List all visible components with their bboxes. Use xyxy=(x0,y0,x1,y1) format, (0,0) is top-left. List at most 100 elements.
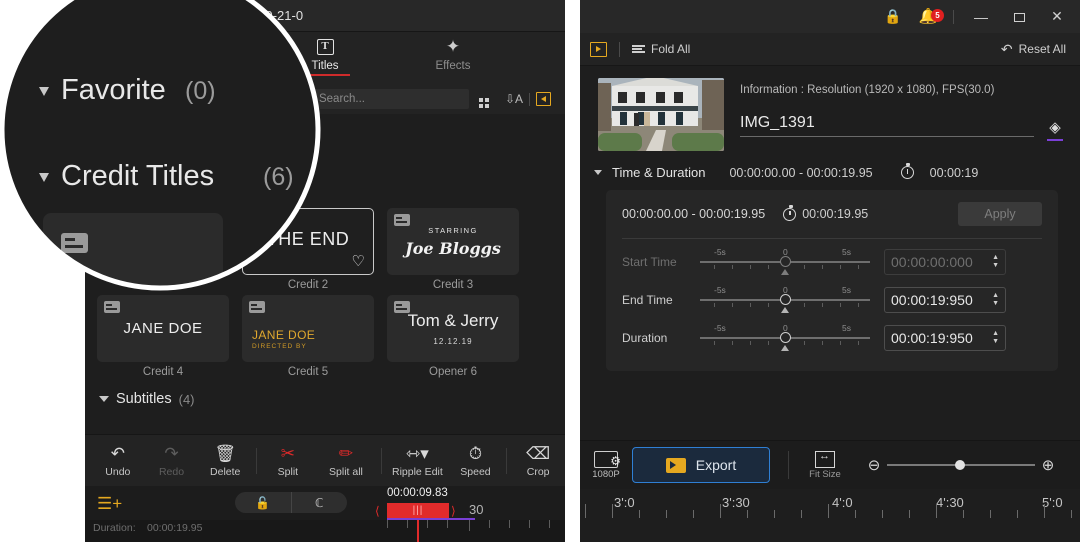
template-date-text: 12.12.19 xyxy=(433,337,473,346)
time-duration-header[interactable]: Time & Duration 00:00:00.00 - 00:00:19.9… xyxy=(580,163,1080,180)
magnified-favorite-count: (0) xyxy=(185,77,216,105)
fit-size-button[interactable]: Fit Size xyxy=(789,450,861,480)
tab-effects-label: Effects xyxy=(435,60,471,72)
template-thumb[interactable]: JANE DOE DIRECTED BY xyxy=(242,295,374,362)
stepper-icon[interactable]: ▲ ▼ xyxy=(992,292,999,307)
undo-arrow-icon: ↶ xyxy=(110,443,125,463)
template-card-credit-4[interactable]: JANE DOE Credit 4 xyxy=(97,295,229,378)
chevron-down-icon xyxy=(99,396,109,402)
end-time-slider[interactable]: -5s 0 5s xyxy=(700,285,870,315)
box-range: 00:00:00.00 - 00:00:19.95 xyxy=(622,207,766,221)
video-thumbnail[interactable] xyxy=(598,78,724,151)
notification-bell-icon[interactable]: 🔔 5 xyxy=(911,7,945,26)
duration-value: 00:00:19.95 xyxy=(147,522,203,534)
slider-row-end-time: End Time -5s 0 5s 00:00:19:950 ▲ ▼ xyxy=(622,281,1042,319)
timeline-clip[interactable]: ||| xyxy=(387,503,449,518)
color-underline xyxy=(1047,138,1063,141)
slider-knob[interactable] xyxy=(780,332,791,343)
paint-bucket-icon[interactable]: ◈ xyxy=(1044,118,1066,141)
delete-button[interactable]: 🗑 Delete xyxy=(198,444,252,478)
screenshot-root: VideoProc ∨ 202109-21-0 Transitions T Ti… xyxy=(0,0,1080,542)
duration-text: 00:00:19:950 xyxy=(891,330,973,346)
ripple-edit-button[interactable]: ⇿▾ Ripple Edit xyxy=(386,444,448,478)
speed-label: Speed xyxy=(460,465,491,478)
playhead[interactable] xyxy=(417,520,419,542)
template-card-opener-6[interactable]: Tom & Jerry 12.12.19 Opener 6 xyxy=(387,295,519,378)
apply-button[interactable]: Apply xyxy=(958,202,1042,226)
template-top-text: STARRING xyxy=(428,225,478,235)
stopwatch-icon xyxy=(900,163,914,179)
split-all-icon: ✏ xyxy=(338,443,354,463)
crop-icon: ⌫ xyxy=(526,443,551,463)
duration-slider[interactable]: -5s 0 5s xyxy=(700,323,870,353)
group-header-subtitles[interactable]: Subtitles (4) xyxy=(85,382,565,416)
end-time-value[interactable]: 00:00:19:950 ▲ ▼ xyxy=(884,287,1006,313)
export-button[interactable]: Export xyxy=(632,447,770,483)
slider-row-duration: Duration -5s 0 5s 00:00:19:950 ▲ ▼ xyxy=(622,319,1042,357)
fit-size-icon xyxy=(815,450,835,468)
slider-knob[interactable] xyxy=(780,256,791,267)
template-script-text: Joe Bloggs xyxy=(405,238,501,258)
lock-icon[interactable]: 🔒 xyxy=(875,8,911,25)
speedometer-icon: ⏱ xyxy=(468,443,483,463)
trim-left-handle[interactable]: ⟨ xyxy=(375,504,380,518)
grid-view-icon[interactable] xyxy=(469,91,499,108)
trim-right-handle[interactable]: ⟩ xyxy=(451,504,456,518)
favorite-heart-icon[interactable]: ♡ xyxy=(352,252,365,270)
template-main-text: Tom & Jerry xyxy=(407,311,499,330)
zoom-out-button[interactable]: ⊖ xyxy=(861,456,887,474)
crop-button[interactable]: ⌫ Crop xyxy=(511,444,565,478)
timeline-ruler[interactable]: Duration: 00:00:19.95 xyxy=(85,520,565,542)
ripple-edit-label: Ripple Edit xyxy=(392,465,443,478)
slider-knob[interactable] xyxy=(780,294,791,305)
slider-min-label: -5s xyxy=(714,285,726,295)
reset-all-label[interactable]: Reset All xyxy=(1019,42,1066,56)
redo-button[interactable]: ↷ Redo xyxy=(145,444,199,478)
split-all-button[interactable]: ✏ Split all xyxy=(315,444,377,478)
maximize-button[interactable] xyxy=(1000,9,1038,25)
redo-arrow-icon: ↷ xyxy=(164,443,179,463)
template-thumb[interactable]: Tom & Jerry 12.12.19 xyxy=(387,295,519,362)
resolution-gear-icon[interactable]: ⚙ 1080P xyxy=(580,450,632,480)
start-time-slider[interactable]: -5s 0 5s xyxy=(700,247,870,277)
export-icon xyxy=(665,457,686,473)
template-card-credit-5[interactable]: JANE DOE DIRECTED BY Credit 5 xyxy=(242,295,374,378)
end-time-label: End Time xyxy=(622,293,673,307)
videoproc-inspector-window: 🔒 🔔 5 — ✕ Fold All ↶ Reset All Informati… xyxy=(578,0,1080,542)
export-bar: ⚙ 1080P Export Fit Size ⊖ ⊕ xyxy=(580,440,1080,489)
divider xyxy=(506,447,508,474)
lock-icon[interactable]: 🔓 xyxy=(235,492,291,513)
title-badge-icon xyxy=(394,214,410,226)
timeline-controls: ☰+ 🔓 ℂ 00:00:09.83 ⟨ ||| ⟩ 30 xyxy=(85,486,565,520)
right-timeline-ruler[interactable]: 3':0 3':30 4':0 4':30 5':0 xyxy=(580,489,1080,542)
add-subtitle-icon[interactable]: ☰+ xyxy=(97,495,122,512)
speed-button[interactable]: ⏱ Speed xyxy=(449,444,503,478)
sort-az-icon[interactable]: ⇩A xyxy=(499,92,529,106)
undo-button[interactable]: ↶ Undo xyxy=(91,444,145,478)
zoom-in-button[interactable]: ⊕ xyxy=(1035,456,1061,474)
minimize-button[interactable]: — xyxy=(962,9,1000,25)
zoom-slider[interactable] xyxy=(887,459,1035,471)
notification-count-badge: 5 xyxy=(931,9,944,22)
template-card-credit-3[interactable]: STARRING Joe Bloggs Credit 3 xyxy=(387,208,519,291)
template-thumb[interactable]: JANE DOE xyxy=(97,295,229,362)
clip-name-input[interactable]: IMG_1391 xyxy=(740,114,1034,137)
zoom-knob[interactable] xyxy=(955,460,965,470)
template-name-text: JANE DOE xyxy=(252,328,316,342)
preview-panel-icon[interactable] xyxy=(590,41,607,57)
toggle-panel-icon[interactable] xyxy=(536,92,551,106)
tab-effects[interactable]: ✦ Effects xyxy=(414,36,492,73)
split-button[interactable]: ✂ Split xyxy=(261,444,315,478)
divider xyxy=(381,447,383,474)
divider xyxy=(619,41,620,57)
title-badge-icon xyxy=(394,301,410,313)
start-time-value[interactable]: 00:00:00:000 ▲ ▼ xyxy=(884,249,1006,275)
magnet-icon[interactable]: ℂ xyxy=(292,492,348,513)
stepper-icon[interactable]: ▲ ▼ xyxy=(992,254,999,269)
ruler-label-4: 5':0 xyxy=(1042,495,1063,510)
duration-value[interactable]: 00:00:19:950 ▲ ▼ xyxy=(884,325,1006,351)
template-thumb[interactable]: STARRING Joe Bloggs xyxy=(387,208,519,275)
fold-all-label[interactable]: Fold All xyxy=(651,42,690,56)
stepper-icon[interactable]: ▲ ▼ xyxy=(992,330,999,345)
close-button[interactable]: ✕ xyxy=(1038,8,1076,25)
